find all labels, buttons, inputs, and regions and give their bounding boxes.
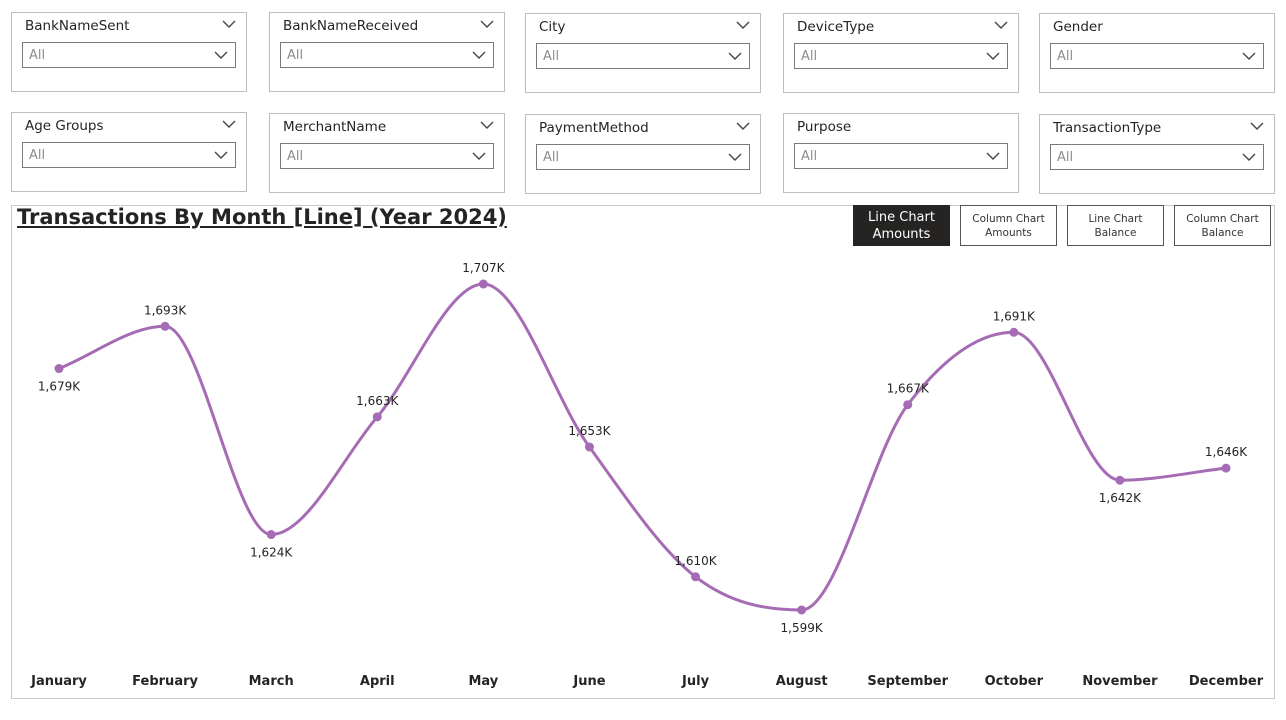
x-tick-label: February (132, 674, 198, 689)
data-label: 1,599K (781, 621, 824, 635)
data-label: 1,653K (568, 424, 611, 438)
data-label: 1,646K (1205, 445, 1248, 459)
data-label: 1,667K (887, 382, 930, 396)
x-tick-label: December (1189, 674, 1264, 689)
data-label: 1,693K (144, 303, 187, 317)
data-label: 1,642K (1099, 491, 1142, 505)
x-tick-label: October (985, 674, 1044, 689)
x-tick-label: August (776, 674, 828, 689)
x-tick-label: March (249, 674, 294, 689)
data-point[interactable] (584, 442, 594, 452)
data-point[interactable] (266, 530, 276, 540)
data-point[interactable] (1221, 463, 1231, 473)
x-tick-label: September (867, 674, 948, 689)
data-point[interactable] (1009, 327, 1019, 337)
data-label: 1,707K (462, 261, 505, 275)
data-point[interactable] (797, 605, 807, 615)
x-tick-label: January (30, 674, 87, 689)
x-tick-label: May (468, 674, 498, 689)
series-line (58, 282, 1227, 612)
data-label: 1,610K (674, 554, 717, 568)
data-point[interactable] (160, 321, 170, 331)
data-label: 1,679K (38, 380, 81, 394)
data-point[interactable] (372, 412, 382, 422)
x-tick-label: July (681, 674, 710, 689)
x-tick-label: November (1082, 674, 1158, 689)
data-point[interactable] (691, 572, 701, 582)
data-label: 1,691K (993, 309, 1036, 323)
data-label: 1,663K (356, 394, 399, 408)
data-point[interactable] (1115, 475, 1125, 485)
data-point[interactable] (54, 364, 64, 374)
x-tick-label: June (572, 674, 605, 689)
data-point[interactable] (478, 279, 488, 289)
data-label: 1,624K (250, 546, 293, 560)
line-chart: 1,679K January 1,693K February 1,624K March 1,… (30, 261, 1264, 689)
x-tick-label: April (360, 674, 395, 689)
data-point[interactable] (903, 400, 913, 410)
